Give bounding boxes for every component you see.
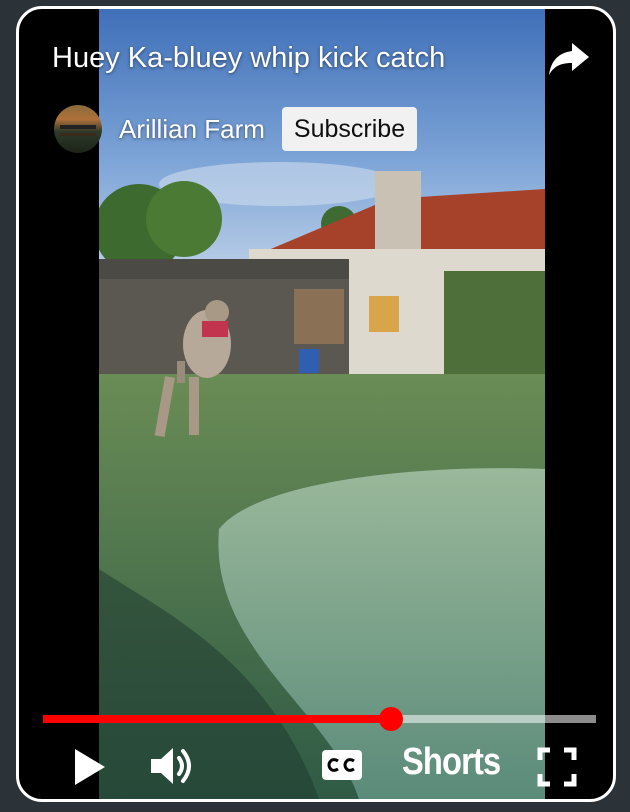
volume-button[interactable] (149, 745, 195, 792)
shorts-player[interactable]: Huey Ka-bluey whip kick catch Arillian F… (16, 6, 616, 802)
subscribe-button[interactable]: Subscribe (281, 107, 418, 151)
channel-name[interactable]: Arillian Farm (119, 114, 265, 145)
progress-bar[interactable] (43, 707, 596, 731)
player-controls: Shorts (19, 737, 613, 793)
volume-icon (151, 748, 191, 784)
channel-row: Arillian Farm Subscribe (54, 105, 418, 153)
play-icon (75, 749, 105, 785)
play-button[interactable] (71, 747, 107, 792)
captions-button[interactable] (321, 749, 363, 786)
fullscreen-button[interactable] (537, 747, 577, 792)
shorts-logo-label[interactable]: Shorts (402, 741, 501, 784)
video-title: Huey Ka-bluey whip kick catch (52, 42, 446, 74)
captions-icon (322, 750, 362, 780)
share-button[interactable] (547, 39, 591, 79)
fullscreen-icon (537, 747, 577, 787)
channel-avatar[interactable] (54, 105, 102, 153)
share-icon (549, 43, 589, 75)
progress-fill (43, 715, 392, 723)
